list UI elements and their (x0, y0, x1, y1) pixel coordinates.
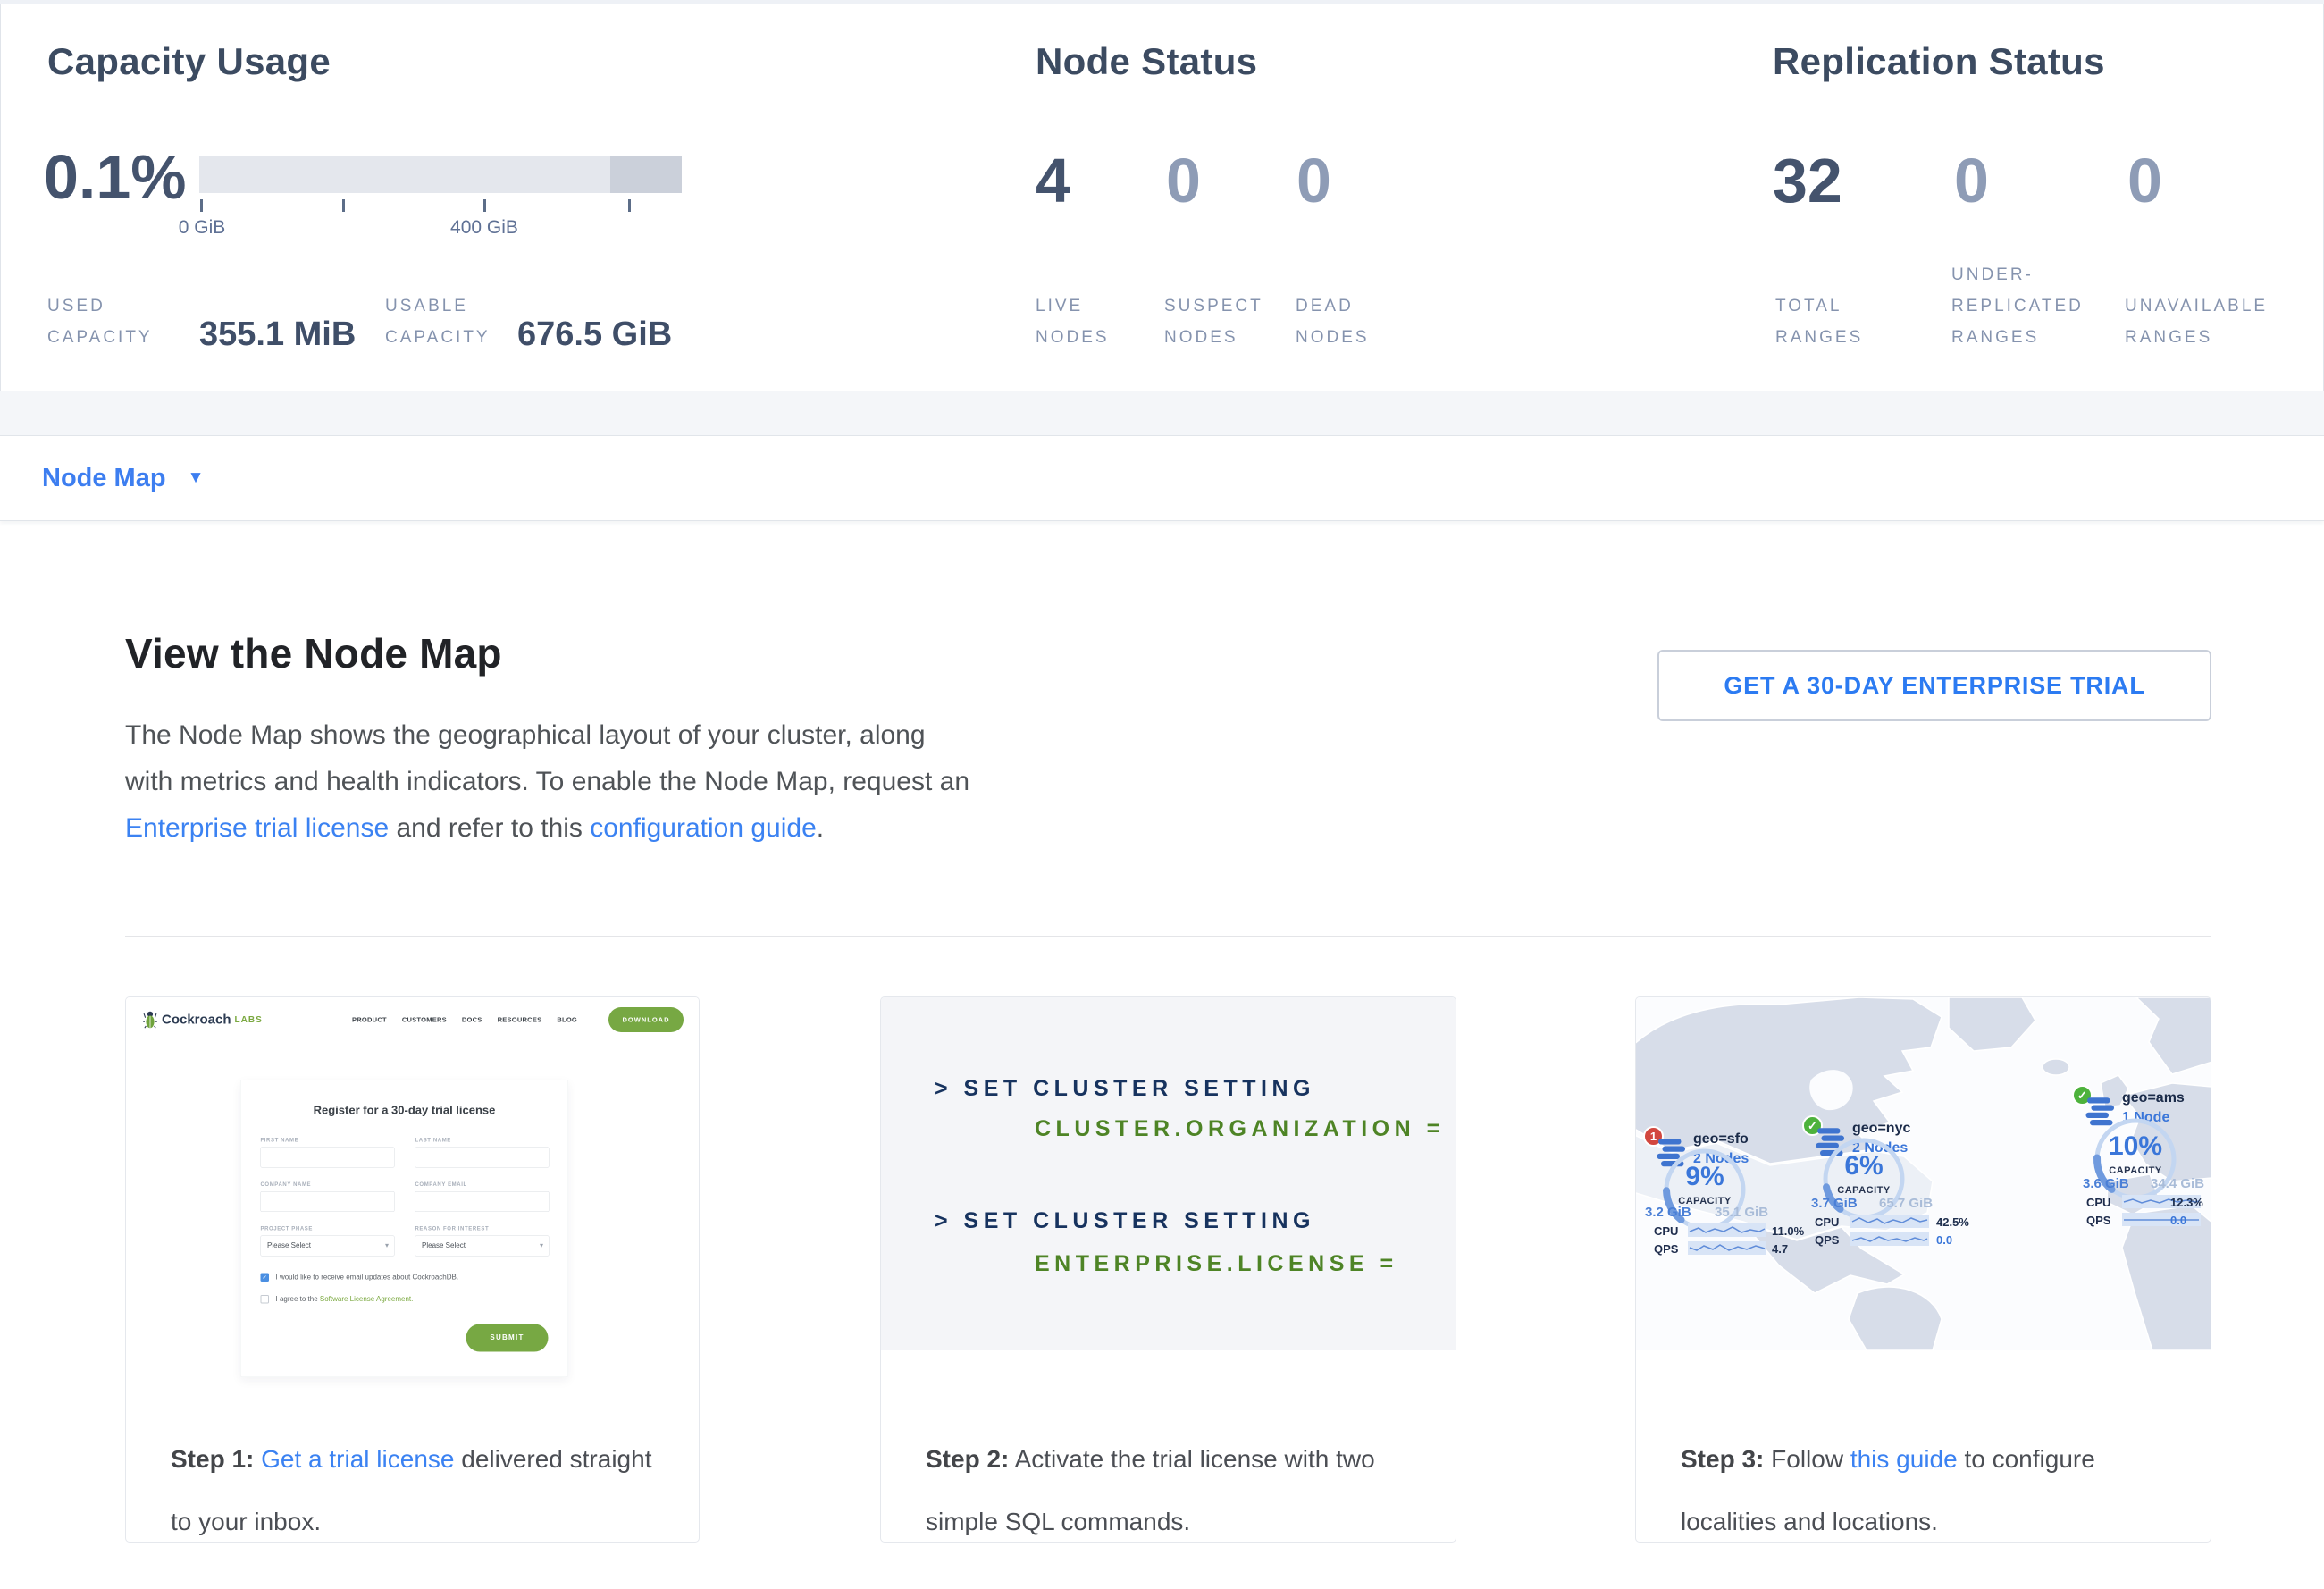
step3-card: 1 geo=sfo 2 Nodes 9% CAPACITY 3.2 GiB 35… (1635, 996, 2211, 1543)
company-name-field[interactable] (261, 1191, 395, 1212)
page-title: View the Node Map (125, 629, 502, 677)
get-enterprise-trial-button[interactable]: GET A 30-DAY ENTERPRISE TRIAL (1657, 650, 2211, 721)
node-map-description: The Node Map shows the geographical layo… (125, 712, 969, 852)
under-replicated-count: 0 (1954, 149, 1989, 212)
step1-card: Cockroach LABS PRODUCT CUSTOMERS DOCS RE… (125, 996, 700, 1543)
axis-tick (483, 199, 486, 212)
capacity-usage-title: Capacity Usage (47, 40, 331, 83)
trial-registration-form: Register for a 30-day trial license FIRS… (240, 1080, 568, 1377)
step1-caption: Step 1: Get a trial license delivered st… (126, 1391, 699, 1543)
minisite-header: Cockroach LABS PRODUCT CUSTOMERS DOCS RE… (126, 997, 700, 1042)
enterprise-trial-license-link[interactable]: Enterprise trial license (125, 813, 389, 843)
reason-for-interest-select[interactable]: Please Select ▾ (415, 1236, 550, 1257)
nav-product[interactable]: PRODUCT (352, 1016, 387, 1024)
step3-caption: Step 3: Follow this guide to configure l… (1636, 1391, 2211, 1543)
chevron-down-icon[interactable]: ▼ (188, 468, 205, 488)
nav-docs[interactable]: DOCS (462, 1016, 482, 1024)
step2-card: > SET CLUSTER SETTING CLUSTER.ORGANIZATI… (880, 996, 1456, 1543)
capacity-bar-chart (199, 156, 682, 193)
used-capacity-value: 355.1 MiB (199, 315, 356, 354)
nav-blog[interactable]: BLOG (557, 1016, 577, 1024)
registration-site-thumbnail: Cockroach LABS PRODUCT CUSTOMERS DOCS RE… (126, 997, 700, 1395)
usable-capacity-label: USABLE CAPACITY (385, 290, 491, 353)
total-ranges-count: 32 (1773, 149, 1842, 212)
minisite-nav: PRODUCT CUSTOMERS DOCS RESOURCES BLOG DO… (352, 1007, 684, 1032)
node-status-title: Node Status (1036, 40, 1257, 83)
view-selector-bar: Node Map ▼ (0, 435, 2324, 521)
download-button[interactable]: DOWNLOAD (608, 1007, 684, 1032)
capacity-percent: 0.1% (44, 146, 187, 208)
node-map-dropdown[interactable]: Node Map (42, 464, 166, 493)
get-trial-license-link[interactable]: Get a trial license (261, 1445, 454, 1473)
submit-button[interactable]: SUBMIT (466, 1324, 549, 1352)
select-arrow-icon: ▾ (385, 1236, 389, 1256)
axis-tick (200, 199, 203, 212)
last-name-field[interactable] (415, 1148, 550, 1168)
used-capacity-label: USED CAPACITY (47, 290, 153, 353)
cockroach-labs-logo: Cockroach LABS (143, 1011, 263, 1029)
cpu-sparkline (1850, 1215, 1929, 1228)
live-nodes-label: LIVE NODES (1036, 290, 1110, 353)
axis-tick (342, 199, 345, 212)
tick-label-400gib: 400 GiB (450, 217, 518, 239)
cluster-summary-panel: Capacity Usage 0.1% 0 GiB 400 GiB USED C… (0, 4, 2324, 391)
section-divider (125, 936, 2211, 937)
this-guide-link[interactable]: this guide (1850, 1445, 1958, 1473)
unavailable-ranges-label: UNAVAILABLE RANGES (2125, 290, 2268, 353)
cockroach-bug-icon (143, 1011, 157, 1029)
live-nodes-count: 4 (1036, 149, 1070, 212)
nav-resources[interactable]: RESOURCES (498, 1016, 542, 1024)
total-ranges-label: TOTAL RANGES (1775, 290, 1863, 353)
suspect-nodes-count: 0 (1166, 149, 1201, 212)
cpu-sparkline (1688, 1223, 1766, 1237)
capacity-bar-dark-segment (610, 156, 682, 193)
capacity-gauge-ams: 10% CAPACITY (2086, 1110, 2185, 1208)
select-arrow-icon: ▾ (540, 1236, 543, 1256)
company-email-field[interactable] (415, 1191, 550, 1212)
capacity-gauge-nyc: 6% CAPACITY (1815, 1130, 1913, 1228)
axis-tick (628, 199, 631, 212)
qps-sparkline (1688, 1241, 1766, 1255)
qps-sparkline (1850, 1232, 1929, 1246)
step2-caption: Step 2: Activate the trial license with … (881, 1391, 1456, 1543)
license-agreement-checkbox[interactable] (261, 1295, 270, 1304)
unavailable-count: 0 (2127, 149, 2162, 212)
tick-label-0gib: 0 GiB (179, 217, 226, 239)
configuration-guide-link[interactable]: configuration guide (590, 813, 817, 843)
email-updates-checkbox[interactable]: ✓ (261, 1274, 270, 1282)
nav-customers[interactable]: CUSTOMERS (402, 1016, 447, 1024)
qps-sparkline (2122, 1213, 2201, 1226)
dead-nodes-label: DEAD NODES (1296, 290, 1370, 353)
background-band (0, 391, 2324, 435)
replication-status-title: Replication Status (1773, 40, 2105, 83)
under-replicated-label: UNDER- REPLICATED RANGES (1951, 259, 2084, 353)
dead-nodes-count: 0 (1296, 149, 1331, 212)
software-license-agreement-link[interactable]: Software License Agreement. (320, 1295, 414, 1303)
project-phase-select[interactable]: Please Select ▾ (261, 1236, 395, 1257)
form-title: Register for a 30-day trial license (261, 1104, 549, 1118)
usable-capacity-value: 676.5 GiB (517, 315, 672, 354)
first-name-field[interactable] (261, 1148, 395, 1168)
sql-code-block: > SET CLUSTER SETTING CLUSTER.ORGANIZATI… (881, 997, 1456, 1350)
node-map-thumbnail: 1 geo=sfo 2 Nodes 9% CAPACITY 3.2 GiB 35… (1636, 997, 2211, 1350)
suspect-nodes-label: SUSPECT NODES (1164, 290, 1263, 353)
